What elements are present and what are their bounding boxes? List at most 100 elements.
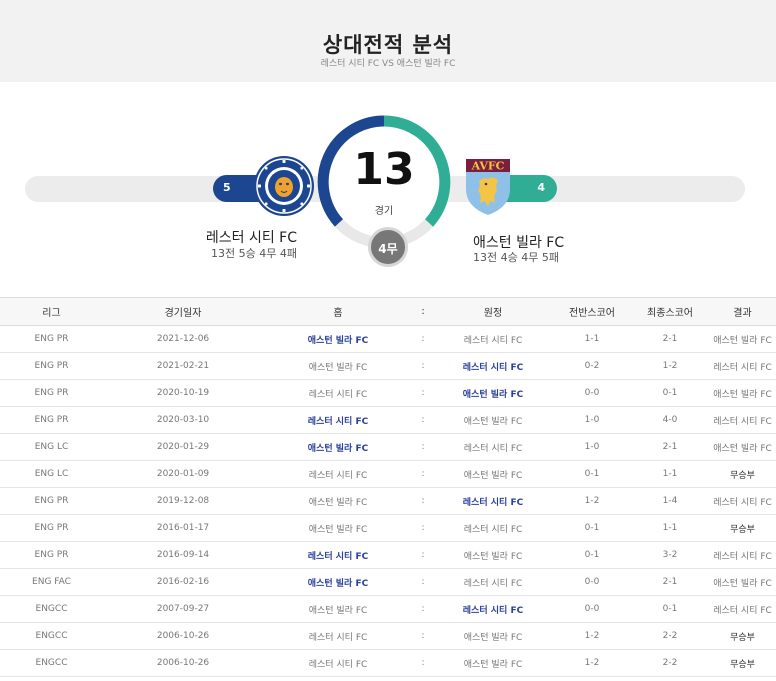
league-cell: ENG LC [0, 460, 103, 488]
table-row[interactable]: ENG PR 2020-10-19 레스터 시티 FC: 애스턴 빌라 FC 0-0 0-… [0, 379, 776, 407]
table-row[interactable]: ENG LC 2020-01-09 레스터 시티 FC: 애스턴 빌라 FC 0-1 1-… [0, 460, 776, 488]
half-score-cell: 0-1 [553, 541, 631, 569]
table-row[interactable]: ENG LC 2020-01-29 애스턴 빌라 FC: 레스터 시티 FC 1-0 2-… [0, 433, 776, 461]
date-cell: 2016-02-16 [103, 568, 263, 596]
table-row[interactable]: ENG PR 2020-03-10 레스터 시티 FC: 애스턴 빌라 FC 1-0 4-… [0, 406, 776, 434]
total-matches-label: 경기 [374, 206, 394, 217]
home-team-cell[interactable]: 애스턴 빌라 FC [263, 433, 413, 461]
away-team-cell[interactable]: 레스터 시티 FC [433, 514, 553, 542]
page-header: 상대전적 분석 레스터 시티 FC VS 애스턴 빌라 FC [0, 0, 776, 82]
home-team-cell[interactable]: 애스턴 빌라 FC [263, 514, 413, 542]
result-cell: 무승부 [709, 460, 776, 488]
home-team-cell[interactable]: 레스터 시티 FC [263, 649, 413, 677]
table-row[interactable]: ENGCC 2007-09-27 애스턴 빌라 FC: 레스터 시티 FC 0-0 0-1… [0, 595, 776, 623]
home-team-name[interactable]: 레스터 시티 FC [150, 227, 297, 247]
separator-cell: : [413, 406, 433, 434]
head-to-head-summary: 5 4 AVFC 13 경기 4무 레스터 시티 FC 13전 5승 4무 4패… [0, 82, 776, 296]
column-header: 리그 [0, 297, 103, 326]
column-header: 결과 [709, 297, 776, 326]
half-score-cell: 0-2 [553, 352, 631, 380]
final-score-cell: 0-1 [631, 379, 709, 407]
date-cell: 2016-09-14 [103, 541, 263, 569]
column-header: : [413, 297, 433, 326]
aston-villa-crest-text: AVFC [471, 160, 505, 173]
home-team-cell[interactable]: 레스터 시티 FC [263, 460, 413, 488]
date-cell: 2021-02-21 [103, 352, 263, 380]
result-cell: 애스턴 빌라 FC [709, 568, 776, 596]
separator-cell: : [413, 379, 433, 407]
away-team-cell[interactable]: 레스터 시티 FC [433, 352, 553, 380]
half-score-cell: 0-0 [553, 379, 631, 407]
table-row[interactable]: ENG PR 2019-12-08 애스턴 빌라 FC: 레스터 시티 FC 1-2 1-… [0, 487, 776, 515]
home-team-cell[interactable]: 애스턴 빌라 FC [263, 325, 413, 353]
half-score-cell: 1-2 [553, 622, 631, 650]
table-row[interactable]: ENG PR 2016-09-14 레스터 시티 FC: 애스턴 빌라 FC 0-1 3-… [0, 541, 776, 569]
result-cell: 애스턴 빌라 FC [709, 379, 776, 407]
away-team-cell[interactable]: 레스터 시티 FC [433, 487, 553, 515]
date-cell: 2020-01-09 [103, 460, 263, 488]
separator-cell: : [413, 568, 433, 596]
home-team-cell[interactable]: 애스턴 빌라 FC [263, 352, 413, 380]
home-team-cell[interactable]: 애스턴 빌라 FC [263, 487, 413, 515]
separator-cell: : [413, 460, 433, 488]
total-matches: 13 [353, 144, 415, 195]
result-cell: 애스턴 빌라 FC [709, 433, 776, 461]
final-score-cell: 2-1 [631, 568, 709, 596]
table-row[interactable]: ENGCC 2006-10-26 레스터 시티 FC: 애스턴 빌라 FC 1-2 2-2… [0, 649, 776, 677]
match-history-rows: ENG PR 2021-12-06 애스턴 빌라 FC: 레스터 시티 FC 1-1 2-… [0, 325, 776, 677]
away-team-cell[interactable]: 애스턴 빌라 FC [433, 379, 553, 407]
date-cell: 2020-01-29 [103, 433, 263, 461]
home-wins-count: 5 [223, 181, 231, 194]
away-team-cell[interactable]: 레스터 시티 FC [433, 595, 553, 623]
result-cell: 무승부 [709, 622, 776, 650]
date-cell: 2021-12-06 [103, 325, 263, 353]
table-row[interactable]: ENGCC 2006-10-26 레스터 시티 FC: 애스턴 빌라 FC 1-2 2-2… [0, 622, 776, 650]
date-cell: 2020-10-19 [103, 379, 263, 407]
half-score-cell: 1-2 [553, 487, 631, 515]
column-header: 최종스코어 [631, 297, 709, 326]
separator-cell: : [413, 433, 433, 461]
home-team-cell[interactable]: 레스터 시티 FC [263, 406, 413, 434]
home-team-cell[interactable]: 애스턴 빌라 FC [263, 568, 413, 596]
league-cell: ENG PR [0, 352, 103, 380]
half-score-cell: 1-0 [553, 433, 631, 461]
aston-villa-crest-logo: AVFC [466, 159, 510, 215]
result-cell: 레스터 시티 FC [709, 541, 776, 569]
away-team-cell[interactable]: 애스턴 빌라 FC [433, 541, 553, 569]
table-row[interactable]: ENG FAC 2016-02-16 애스턴 빌라 FC: 레스터 시티 FC 0-0 2… [0, 568, 776, 596]
final-score-cell: 2-1 [631, 325, 709, 353]
separator-cell: : [413, 541, 433, 569]
final-score-cell: 2-1 [631, 433, 709, 461]
away-team-cell[interactable]: 애스턴 빌라 FC [433, 460, 553, 488]
date-cell: 2007-09-27 [103, 595, 263, 623]
result-cell: 레스터 시티 FC [709, 595, 776, 623]
league-cell: ENG PR [0, 325, 103, 353]
away-team-cell[interactable]: 애스턴 빌라 FC [433, 622, 553, 650]
result-cell: 무승부 [709, 514, 776, 542]
away-team-cell[interactable]: 레스터 시티 FC [433, 433, 553, 461]
table-row[interactable]: ENG PR 2021-12-06 애스턴 빌라 FC: 레스터 시티 FC 1-1 2-… [0, 325, 776, 353]
home-team-cell[interactable]: 레스터 시티 FC [263, 541, 413, 569]
half-score-cell: 1-1 [553, 325, 631, 353]
date-cell: 2006-10-26 [103, 622, 263, 650]
table-row[interactable]: ENG PR 2016-01-17 애스턴 빌라 FC: 레스터 시티 FC 0-1 1-… [0, 514, 776, 542]
final-score-cell: 1-1 [631, 460, 709, 488]
final-score-cell: 1-4 [631, 487, 709, 515]
final-score-cell: 2-2 [631, 622, 709, 650]
draws-badge: 4무 [368, 227, 408, 267]
away-team-cell[interactable]: 애스턴 빌라 FC [433, 406, 553, 434]
away-team-cell[interactable]: 레스터 시티 FC [433, 568, 553, 596]
league-cell: ENG PR [0, 541, 103, 569]
home-team-cell[interactable]: 애스턴 빌라 FC [263, 595, 413, 623]
table-row[interactable]: ENG PR 2021-02-21 애스턴 빌라 FC: 레스터 시티 FC 0-2 1-… [0, 352, 776, 380]
away-team-cell[interactable]: 레스터 시티 FC [433, 325, 553, 353]
home-team-cell[interactable]: 레스터 시티 FC [263, 622, 413, 650]
date-cell: 2019-12-08 [103, 487, 263, 515]
away-team-record: 13전 4승 4무 5패 [473, 251, 559, 264]
half-score-cell: 1-0 [553, 406, 631, 434]
away-team-cell[interactable]: 애스턴 빌라 FC [433, 649, 553, 677]
home-team-cell[interactable]: 레스터 시티 FC [263, 379, 413, 407]
result-cell: 무승부 [709, 649, 776, 677]
page-subtitle: 레스터 시티 FC VS 애스턴 빌라 FC [320, 59, 456, 69]
league-cell: ENG PR [0, 406, 103, 434]
